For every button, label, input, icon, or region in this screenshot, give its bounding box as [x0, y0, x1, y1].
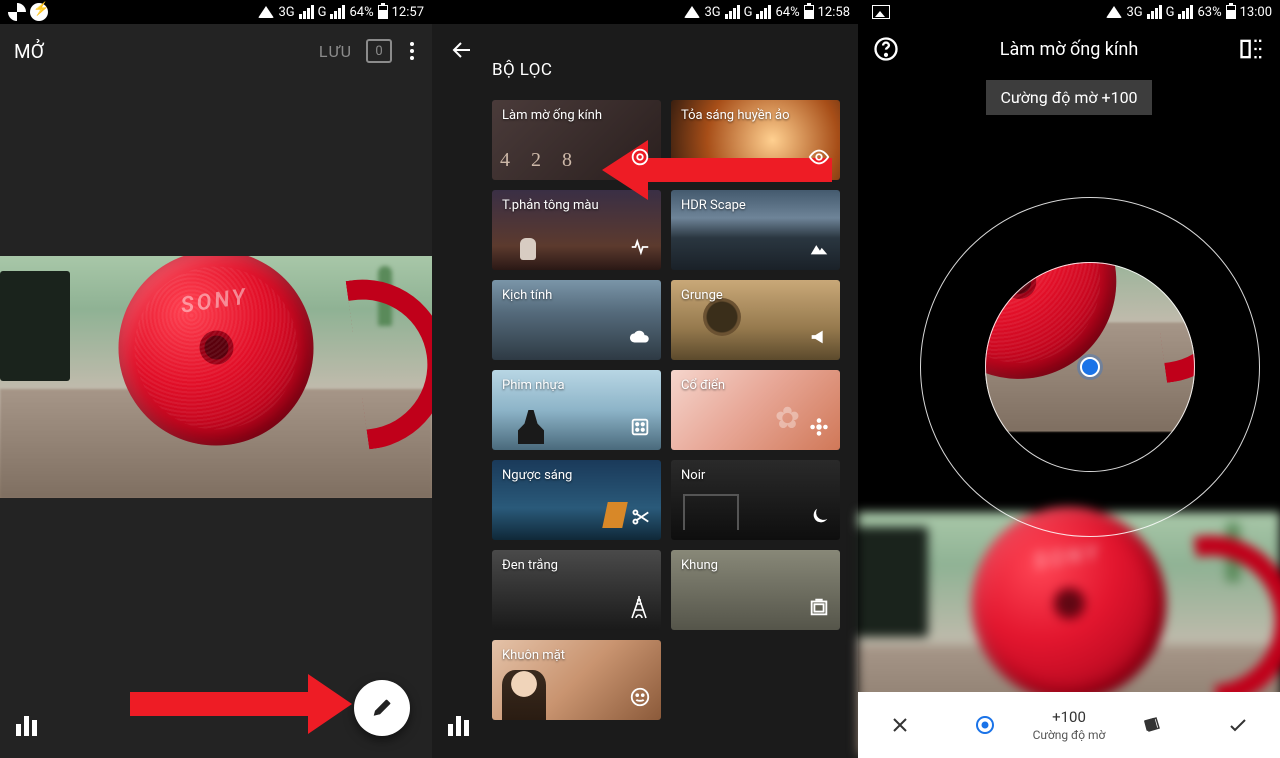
signal-1-icon	[725, 5, 740, 19]
panel-filters: 3G G 64% 12:58 BỘ LỌC Làm mờ ống kính Tỏ…	[432, 0, 858, 758]
eye-icon	[808, 146, 830, 172]
brand-label: SONY	[1032, 540, 1102, 574]
filters-title: BỘ LỌC	[492, 60, 552, 80]
apply-button[interactable]	[1196, 713, 1280, 737]
status-bar: 3G G 63% 13:00	[858, 0, 1280, 24]
battery-pct: 64%	[775, 5, 799, 20]
battery-pct: 64%	[349, 5, 373, 20]
filter-drama[interactable]: Kịch tính	[492, 280, 661, 360]
photo-preview[interactable]: SONY	[0, 256, 432, 498]
cancel-button[interactable]	[858, 713, 942, 737]
messenger-icon	[30, 3, 48, 21]
flower-icon	[808, 416, 830, 442]
battery-pct: 63%	[1197, 5, 1221, 20]
clock: 12:57	[392, 5, 424, 20]
brand-label: SONY	[179, 284, 249, 318]
filter-grunge[interactable]: Grunge	[671, 280, 840, 360]
histogram-button[interactable]	[448, 716, 469, 736]
cloud-icon	[629, 326, 651, 352]
wifi-icon	[1106, 6, 1122, 18]
network-3g: 3G	[1126, 5, 1142, 20]
blur-strength-chip: Cường độ mờ +100	[986, 80, 1151, 115]
wifi-icon	[258, 6, 274, 18]
battery-icon	[804, 5, 814, 19]
status-bar: 3G G 64% 12:57	[0, 0, 432, 24]
effect-bottom-bar: +100 Cường độ mờ	[858, 692, 1280, 758]
save-button[interactable]: LƯU	[319, 42, 352, 61]
back-button[interactable]	[446, 34, 478, 66]
network-3g: 3G	[704, 5, 720, 20]
styles-button[interactable]	[1111, 713, 1195, 737]
photos-icon	[8, 3, 26, 21]
open-button[interactable]: MỞ	[14, 40, 44, 63]
filter-face[interactable]: Khuôn mặt	[492, 640, 661, 720]
edit-count-badge[interactable]: 0	[366, 39, 392, 63]
pulse-icon	[629, 236, 651, 262]
clock: 12:58	[818, 5, 850, 20]
filter-frames[interactable]: Khung	[671, 550, 840, 630]
network-3g: 3G	[278, 5, 294, 20]
tower-icon	[629, 594, 649, 624]
panel-editor-home: 3G G 64% 12:57 MỞ LƯU 0	[0, 0, 432, 758]
editor-toolbar: MỞ LƯU 0	[0, 24, 432, 78]
filter-tonal-contrast[interactable]: T.phản tông màu	[492, 190, 661, 270]
moon-icon	[808, 506, 830, 532]
annotation-arrow	[130, 680, 350, 728]
filter-noir[interactable]: Noir	[671, 460, 840, 540]
histogram-button[interactable]	[16, 716, 37, 736]
signal-1-icon	[299, 5, 314, 19]
compare-button[interactable]	[1238, 35, 1266, 63]
help-button[interactable]	[872, 35, 900, 63]
pencil-icon	[372, 698, 392, 718]
filter-black-white[interactable]: Đen trắng	[492, 550, 661, 630]
dice-icon	[629, 416, 651, 442]
frame-icon	[808, 596, 830, 622]
signal-2-icon	[330, 5, 345, 19]
face-icon	[629, 686, 651, 712]
panel-lens-blur-edit: 3G G 63% 13:00 Làm mờ ống kính Cường độ …	[858, 0, 1280, 758]
scissors-icon	[629, 506, 651, 532]
effect-title: Làm mờ ống kính	[1000, 39, 1139, 60]
filter-vintage[interactable]: Cổ điển	[671, 370, 840, 450]
strength-display[interactable]: +100 Cường độ mờ	[1027, 708, 1111, 742]
battery-icon	[1226, 5, 1236, 19]
battery-icon	[378, 5, 388, 19]
wifi-icon	[684, 6, 700, 18]
status-bar: 3G G 64% 12:58	[432, 0, 858, 24]
filter-grainy-film[interactable]: Phim nhựa	[492, 370, 661, 450]
signal-2-icon	[1178, 5, 1193, 19]
mountain-icon	[808, 236, 830, 262]
lens-icon	[629, 146, 651, 172]
signal-2-icon	[756, 5, 771, 19]
clock: 13:00	[1240, 5, 1272, 20]
shape-circular-button[interactable]	[942, 713, 1026, 737]
focus-center-handle[interactable]	[1080, 357, 1100, 377]
network-g: G	[1166, 5, 1175, 20]
overflow-menu-icon[interactable]	[406, 38, 418, 64]
image-icon	[872, 5, 890, 19]
megaphone-icon	[808, 326, 830, 352]
filter-hdr-scape[interactable]: HDR Scape	[671, 190, 840, 270]
signal-1-icon	[1147, 5, 1162, 19]
network-g: G	[318, 5, 327, 20]
network-g: G	[744, 5, 753, 20]
edit-fab-button[interactable]	[354, 680, 410, 736]
filter-retrolux[interactable]: Ngược sáng	[492, 460, 661, 540]
